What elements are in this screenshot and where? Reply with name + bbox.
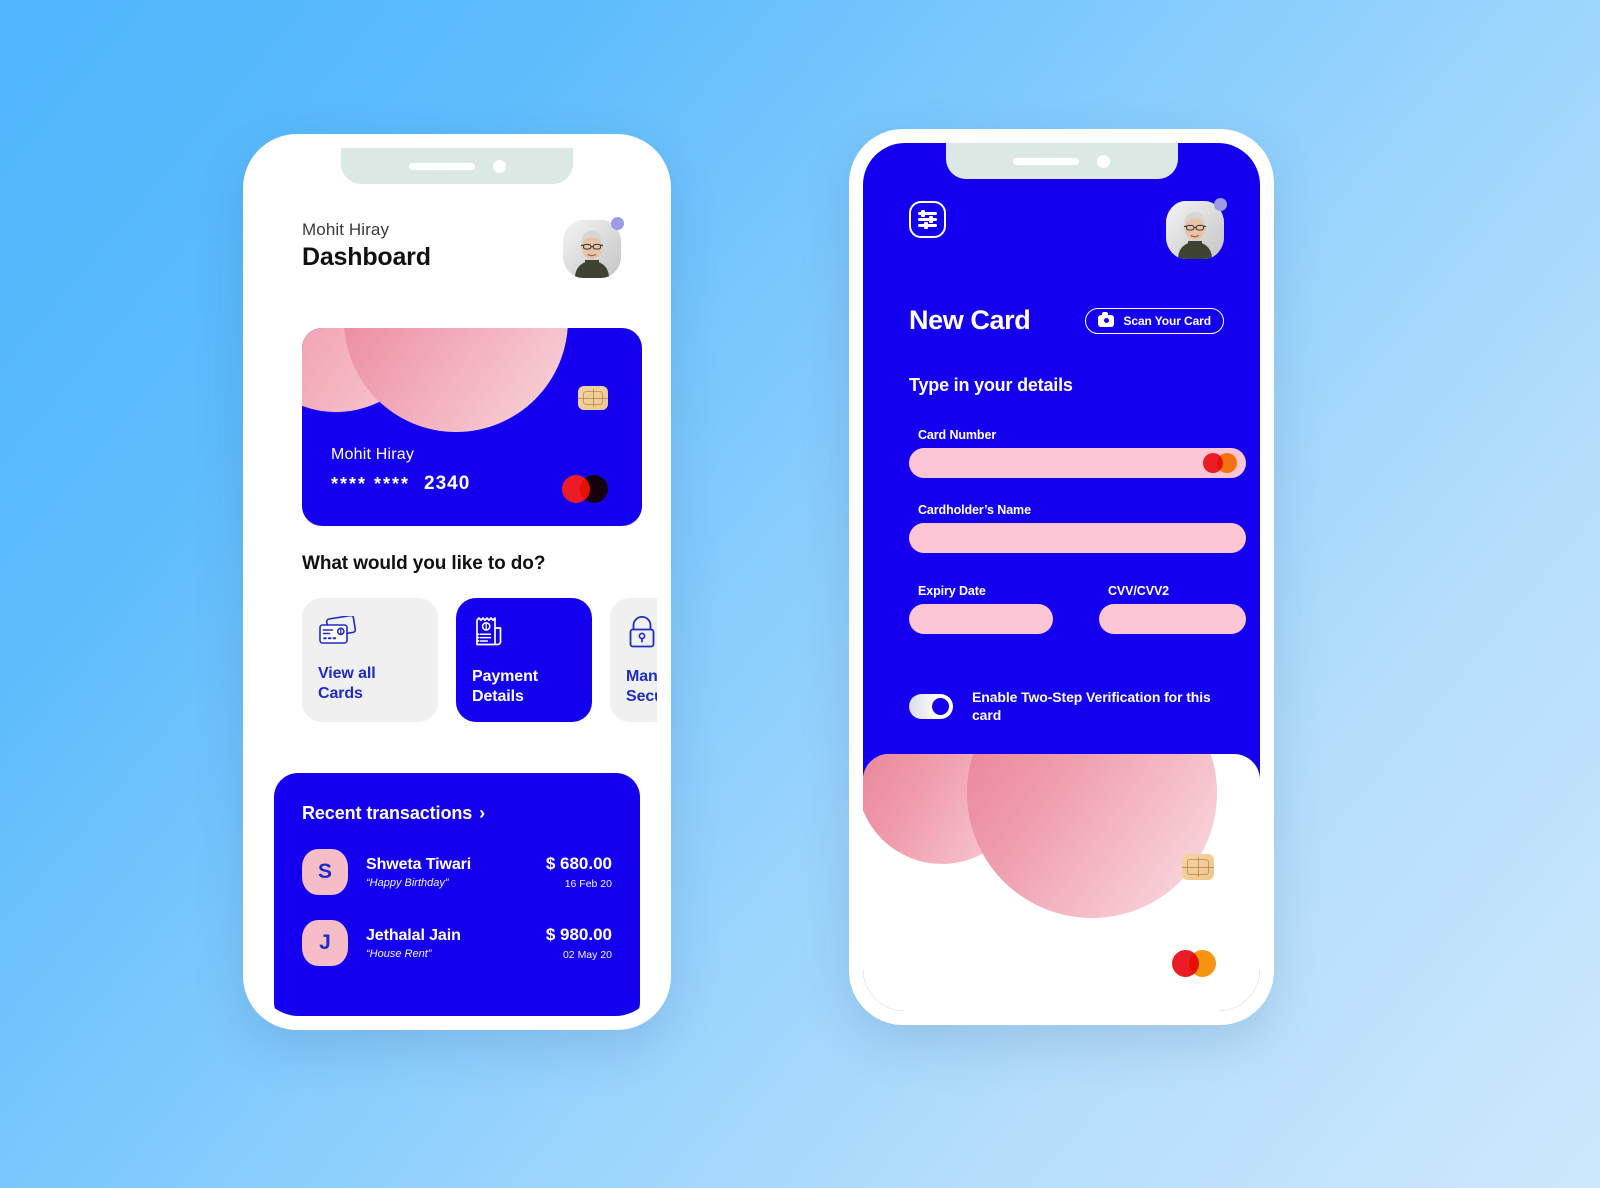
card-chip-icon (578, 386, 608, 410)
front-camera-icon (1097, 154, 1110, 168)
avatar[interactable] (1166, 198, 1227, 259)
card-number-masked: **** **** (331, 473, 411, 494)
scan-your-card-button[interactable]: Scan Your Card (1085, 307, 1224, 334)
transaction-name: Jethalal Jain (366, 926, 461, 944)
phone-notch (341, 148, 573, 184)
speaker-grille (1013, 157, 1079, 165)
table-row[interactable]: S Shweta Tiwari “Happy Birthday” $ 680.0… (302, 849, 612, 895)
avatar[interactable] (563, 217, 624, 278)
dashboard-header: Mohit Hiray Dashboard (302, 217, 624, 278)
field-label: Card Number (918, 428, 997, 442)
credit-card[interactable]: Mohit Hiray **** **** 2340 (302, 328, 642, 526)
avatar-status-badge (611, 217, 624, 230)
recent-transactions-title: Recent transactions (302, 803, 473, 823)
transaction-info: Shweta Tiwari “Happy Birthday” (348, 856, 546, 889)
transaction-meta: $ 680.00 16 Feb 20 (546, 854, 612, 890)
transaction-date: 16 Feb 20 (564, 878, 612, 890)
receipt-icon (476, 617, 502, 646)
action-card-manage-security[interactable]: Manage Security (610, 598, 657, 722)
transaction-amount: $ 980.00 (545, 925, 612, 944)
front-camera-icon (492, 159, 506, 173)
new-card-title-row: New Card Scan Your Card (909, 305, 1224, 336)
field-cardholder-name: Cardholder’s Name (909, 503, 1246, 553)
two-step-label: Enable Two-Step Verification for this ca… (972, 689, 1211, 724)
action-card-view-all-cards[interactable]: View all Cards (302, 598, 438, 722)
phone-dashboard: Mohit Hiray Dashboard Mohit Hiray **** *… (243, 134, 671, 1030)
avatar-portrait-icon (563, 220, 621, 278)
phone-notch (945, 143, 1178, 179)
action-label: Payment Details (472, 668, 538, 705)
transaction-note: “House Rent” (366, 947, 432, 960)
transaction-amount: $ 680.00 (545, 854, 612, 873)
field-expiry-date: Expiry Date (909, 584, 1053, 634)
field-label: Expiry Date (918, 584, 986, 598)
new-card-screen: New Card Scan Your Card Type in your det… (863, 143, 1260, 1011)
card-chip-icon (1182, 854, 1214, 880)
phone-new-card: New Card Scan Your Card Type in your det… (849, 129, 1274, 1025)
field-card-number: Card Number (909, 428, 1246, 478)
page-title: New Card (909, 305, 1031, 335)
chevron-right-icon: › (479, 803, 486, 823)
mastercard-logo-icon (1203, 453, 1237, 473)
sliders-icon[interactable] (909, 201, 946, 238)
preview-decoration-blob-b (967, 754, 1217, 918)
scan-button-label: Scan Your Card (1123, 313, 1211, 328)
mastercard-logo-icon (1172, 950, 1216, 977)
action-label: Manage Security (626, 668, 657, 705)
recent-transactions-header[interactable]: Recent transactions › (302, 803, 612, 824)
header-text-group: Mohit Hiray Dashboard (302, 220, 431, 272)
speaker-grille (408, 162, 475, 170)
camera-icon (1098, 311, 1115, 327)
field-label: Cardholder’s Name (918, 503, 1031, 517)
recent-transactions-panel: Recent transactions › S Shweta Tiwari “H… (274, 773, 640, 1016)
two-step-verification-row: Enable Two-Step Verification for this ca… (909, 688, 1224, 724)
transaction-name: Shweta Tiwari (366, 855, 472, 873)
new-card-header (909, 198, 1227, 259)
cards-icon (319, 614, 357, 644)
action-label: View all Cards (318, 665, 376, 702)
card-number-input[interactable] (909, 448, 1246, 478)
cvv-input[interactable] (1099, 604, 1246, 634)
mastercard-logo-icon (562, 475, 608, 503)
expiry-date-input[interactable] (909, 604, 1053, 634)
form-subtitle: Type in your details (909, 375, 1073, 395)
toggle-knob (930, 695, 951, 717)
transaction-meta: $ 980.00 02 May 20 (546, 925, 612, 961)
card-number: **** **** 2340 (331, 473, 470, 495)
actions-title: What would you like to do? (302, 553, 546, 574)
avatar-status-badge (1214, 198, 1227, 211)
action-list: View all Cards Payment Details Man Sec (302, 598, 657, 722)
transaction-info: Jethalal Jain “House Rent” (348, 927, 546, 960)
table-row[interactable]: J Jethalal Jain “House Rent” $ 980.00 02… (302, 920, 612, 966)
greeting-name: Mohit Hiray (302, 220, 390, 239)
card-decoration-blob-b (344, 328, 568, 432)
page-title: Dashboard (302, 243, 431, 271)
avatar-image (1166, 201, 1224, 259)
card-preview (863, 754, 1260, 1011)
action-card-payment-details[interactable]: Payment Details (456, 598, 592, 722)
transaction-initial-avatar: J (302, 920, 348, 966)
card-holder-name: Mohit Hiray (331, 446, 415, 463)
transaction-initial-avatar: S (302, 849, 348, 895)
two-step-toggle[interactable] (909, 693, 953, 719)
avatar-portrait-icon (1166, 201, 1224, 259)
card-number-last4: 2340 (424, 473, 471, 494)
field-label: CVV/CVV2 (1108, 584, 1170, 598)
dashboard-screen: Mohit Hiray Dashboard Mohit Hiray **** *… (257, 148, 657, 1016)
field-cvv: CVV/CVV2 (1099, 584, 1246, 634)
avatar-image (563, 220, 621, 278)
lock-icon (629, 616, 655, 648)
transaction-date: 02 May 20 (562, 949, 612, 961)
cardholder-name-input[interactable] (909, 523, 1246, 553)
transaction-note: “Happy Birthday” (366, 876, 449, 889)
